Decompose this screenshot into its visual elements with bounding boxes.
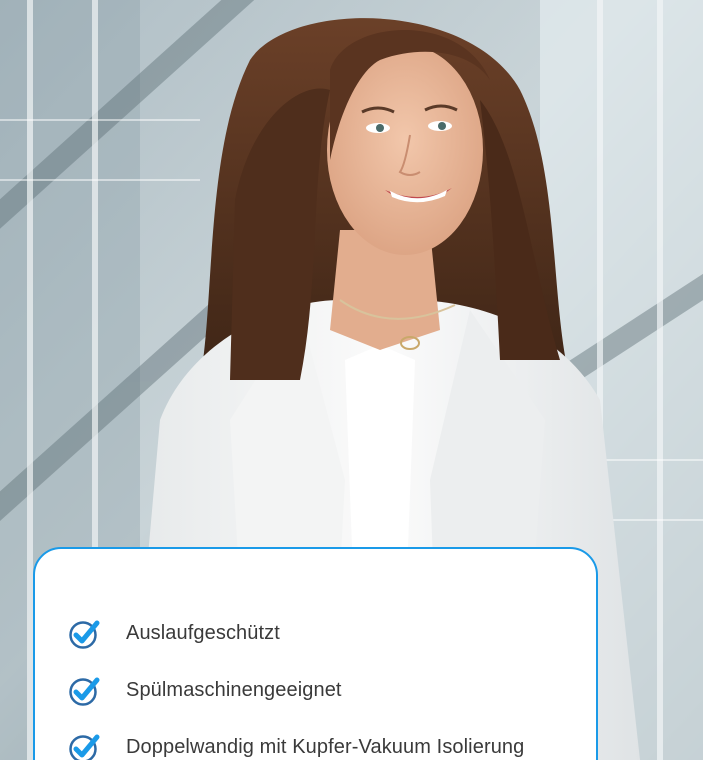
hero-banner: Auslaufgeschützt Spülmaschinengeeignet D… bbox=[0, 0, 703, 760]
feature-item-insulation: Doppelwandig mit Kupfer-Vakuum Isolierun… bbox=[68, 719, 596, 760]
feature-label: Spülmaschinengeeignet bbox=[126, 679, 342, 701]
feature-label: Auslaufgeschützt bbox=[126, 622, 280, 644]
feature-card: Auslaufgeschützt Spülmaschinengeeignet D… bbox=[33, 547, 598, 760]
feature-item-dishwasher: Spülmaschinengeeignet bbox=[68, 662, 596, 719]
check-circle-icon bbox=[68, 675, 100, 707]
feature-label: Doppelwandig mit Kupfer-Vakuum Isolierun… bbox=[126, 736, 525, 758]
feature-item-leakproof: Auslaufgeschützt bbox=[68, 605, 596, 662]
check-circle-icon bbox=[68, 618, 100, 650]
check-circle-icon bbox=[68, 732, 100, 760]
feature-list: Auslaufgeschützt Spülmaschinengeeignet D… bbox=[68, 605, 596, 760]
